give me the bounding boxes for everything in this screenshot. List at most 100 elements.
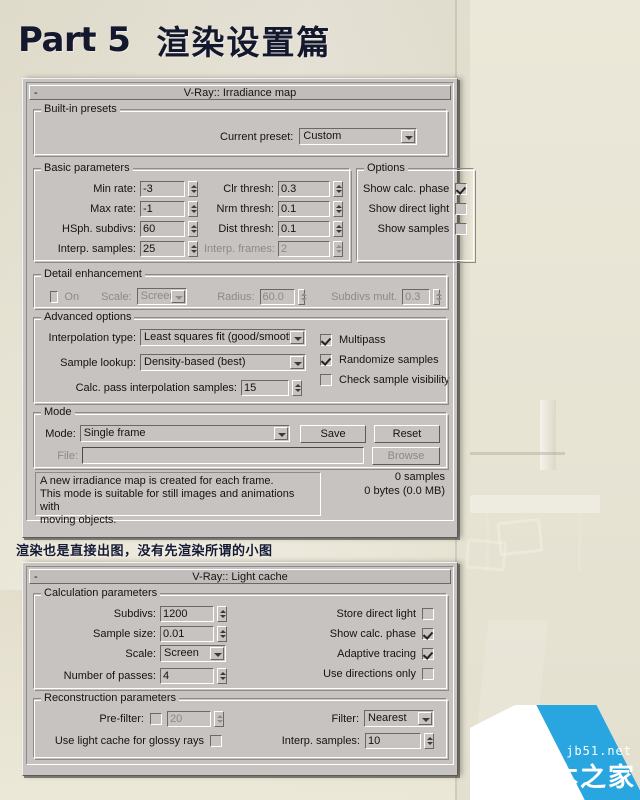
lc-sample-size-spinner[interactable]	[217, 625, 227, 642]
sample-lookup-dropdown[interactable]: Density-based (best)	[140, 354, 306, 371]
clr-thresh-label: Clr thresh:	[223, 182, 274, 195]
min-rate-spinner[interactable]	[188, 180, 198, 197]
current-preset-dropdown[interactable]: Custom	[299, 128, 418, 145]
lc-glossy-checkbox[interactable]	[210, 734, 222, 747]
lc-filter-dropdown[interactable]: Nearest	[364, 710, 434, 727]
chevron-down-icon[interactable]	[274, 427, 289, 440]
lc-show-calc-phase-checkbox[interactable]	[422, 627, 434, 640]
group-detail-enhancement: Detail enhancement On Scale: Screen Radi…	[33, 268, 449, 310]
interp-samples-field[interactable]: 25	[140, 240, 185, 257]
lc-interp-samples-row: Interp. samples: 10	[256, 732, 434, 749]
chevron-down-icon[interactable]	[401, 130, 416, 143]
lc-passes-row: Number of passes: 4	[40, 667, 236, 684]
mode-description: A new irradiance map is created for each…	[35, 472, 321, 526]
multipass-checkbox[interactable]	[320, 333, 332, 346]
light-cache-titlebar[interactable]: - V-Ray:: Light cache	[29, 569, 451, 584]
lc-scale-value: Screen	[164, 647, 199, 659]
show-calc-phase-checkbox[interactable]	[455, 182, 468, 195]
option-show-samples[interactable]: Show samples	[363, 220, 468, 237]
show-samples-checkbox[interactable]	[455, 222, 468, 235]
page-title: Part 5 渲染设置篇	[18, 14, 331, 66]
lc-interp-samples-spinner[interactable]	[424, 732, 434, 749]
light-cache-rollout: - V-Ray:: Light cache Calculation parame…	[22, 562, 458, 776]
lc-passes-spinner[interactable]	[217, 667, 227, 684]
lc-adaptive-tracing-row[interactable]: Adaptive tracing	[236, 645, 434, 662]
lc-store-direct-light-checkbox[interactable]	[422, 607, 434, 620]
clr-thresh-field[interactable]: 0.3	[278, 180, 330, 197]
basic-row-4: Interp. samples: 25 Interp. frames: 2	[40, 240, 343, 257]
interp-samples-spinner[interactable]	[188, 240, 198, 257]
max-rate-spinner[interactable]	[188, 200, 198, 217]
max-rate-field[interactable]: -1	[140, 200, 185, 217]
lc-passes-field[interactable]: 4	[160, 667, 214, 684]
lc-use-directions-only-checkbox[interactable]	[422, 667, 434, 680]
min-rate-label: Min rate:	[93, 182, 136, 195]
lc-subdivs-spinner[interactable]	[217, 605, 227, 622]
reset-button[interactable]: Reset	[374, 424, 440, 443]
min-rate-field[interactable]: -3	[140, 180, 185, 197]
lc-subdivs-row: Subdivs: 1200	[40, 605, 236, 622]
collapse-icon[interactable]: -	[34, 86, 38, 101]
interpolation-type-dropdown[interactable]: Least squares fit (good/smooth	[140, 329, 306, 346]
chevron-down-icon[interactable]	[210, 647, 224, 660]
lc-glossy-row[interactable]: Use light cache for glossy rays	[40, 732, 256, 749]
check-sample-visibility-row[interactable]: Check sample visibility	[320, 371, 450, 388]
randomize-samples-checkbox[interactable]	[320, 353, 332, 366]
clr-thresh-spinner[interactable]	[333, 180, 343, 197]
randomize-samples-row[interactable]: Randomize samples	[320, 351, 450, 368]
chevron-down-icon[interactable]	[418, 712, 432, 725]
lc-sample-size-row: Sample size: 0.01	[40, 625, 236, 642]
irradiance-map-titlebar[interactable]: - V-Ray:: Irradiance map	[29, 85, 451, 100]
lc-sample-size-field[interactable]: 0.01	[160, 625, 214, 642]
mode-dropdown[interactable]: Single frame	[79, 425, 291, 442]
lc-use-directions-only-row[interactable]: Use directions only	[236, 665, 434, 682]
lc-interp-samples-field[interactable]: 10	[365, 732, 421, 749]
nrm-thresh-spinner[interactable]	[333, 200, 343, 217]
interpolation-type-value: Least squares fit (good/smooth	[144, 331, 296, 343]
lc-prefilter-checkbox[interactable]	[150, 712, 162, 725]
hsph-subdivs-spinner[interactable]	[188, 220, 198, 237]
option-show-calc-phase[interactable]: Show calc. phase	[363, 180, 468, 197]
lc-scale-dropdown[interactable]: Screen	[160, 645, 226, 662]
lc-subdivs-field[interactable]: 1200	[160, 605, 214, 622]
check-sample-visibility-label: Check sample visibility	[339, 373, 450, 386]
group-mode: Mode Mode: Single frame Save Reset File:…	[33, 406, 449, 470]
lc-adaptive-tracing-checkbox[interactable]	[422, 647, 434, 660]
nrm-thresh-label: Nrm thresh:	[216, 202, 274, 215]
caption-text: 渲染也是直接出图，没有先渲染所谓的小图	[16, 543, 273, 558]
dist-thresh-field[interactable]: 0.1	[278, 220, 330, 237]
lc-store-direct-light-row[interactable]: Store direct light	[236, 605, 434, 622]
detail-scale-label: Scale:	[101, 290, 132, 303]
lc-adaptive-tracing-label: Adaptive tracing	[337, 647, 416, 660]
dist-thresh-spinner[interactable]	[333, 220, 343, 237]
collapse-icon[interactable]: -	[34, 570, 38, 585]
lc-prefilter-field: 20	[167, 710, 211, 727]
chevron-down-icon[interactable]	[290, 356, 304, 369]
lc-show-calc-phase-row[interactable]: Show calc. phase	[236, 625, 434, 642]
current-preset-value: Custom	[303, 130, 342, 142]
lc-filter-row: Filter: Nearest	[256, 710, 434, 727]
multipass-row[interactable]: Multipass	[320, 331, 450, 348]
save-button[interactable]: Save	[300, 424, 367, 443]
nrm-thresh-field[interactable]: 0.1	[278, 200, 330, 217]
interp-samples-label: Interp. samples:	[57, 242, 136, 255]
option-show-direct-light[interactable]: Show direct light	[363, 200, 468, 217]
detail-on-checkbox[interactable]	[50, 290, 59, 303]
detail-scale-dropdown: Screen	[136, 288, 188, 305]
sample-lookup-value: Density-based (best)	[144, 356, 246, 368]
file-input[interactable]	[82, 447, 364, 464]
calc-pass-field[interactable]: 15	[241, 379, 289, 396]
chevron-down-icon[interactable]	[290, 331, 304, 344]
reconstruction-right: Filter: Nearest Interp. samples: 10	[256, 710, 440, 752]
detail-on-label: On	[64, 290, 80, 303]
mode-value: Single frame	[83, 427, 146, 439]
group-advanced-options-label: Advanced options	[41, 311, 135, 323]
bg-table	[470, 495, 600, 513]
show-direct-light-checkbox[interactable]	[455, 202, 468, 215]
hsph-subdivs-field[interactable]: 60	[140, 220, 185, 237]
lc-prefilter-spinner	[214, 710, 224, 727]
chevron-down-icon	[171, 290, 186, 303]
calc-pass-spinner[interactable]	[292, 379, 302, 396]
check-sample-visibility-checkbox[interactable]	[320, 373, 332, 386]
lc-use-directions-only-label: Use directions only	[323, 667, 416, 680]
